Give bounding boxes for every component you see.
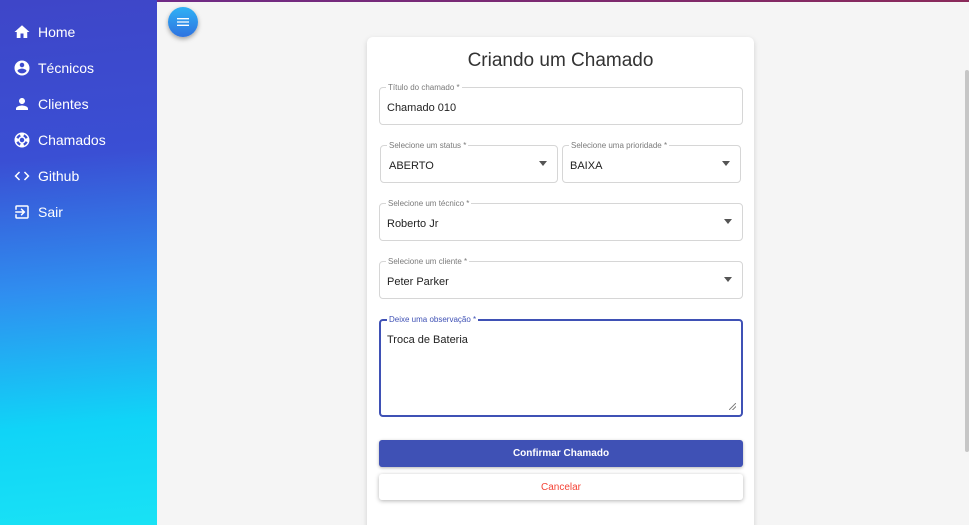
titulo-value: Chamado 010 (387, 102, 457, 114)
page-title: Criando um Chamado (467, 50, 654, 71)
tecnico-label: Selecione um técnico * (386, 198, 472, 209)
prioridade-label: Selecione uma prioridade * (569, 140, 670, 151)
sidebar-item-label: Técnicos (38, 60, 95, 76)
titulo-label: Título do chamado * (386, 82, 462, 93)
sidebar-item-label: Chamados (38, 132, 106, 148)
chevron-down-icon (539, 161, 547, 166)
sidebar-item-chamados[interactable]: Chamados (0, 122, 157, 158)
home-icon (13, 23, 31, 41)
observacao-textarea[interactable]: Deixe uma observação * Troca de Bateria (379, 314, 743, 417)
support-icon (13, 131, 31, 149)
cliente-label: Selecione um cliente * (386, 256, 470, 267)
code-icon (13, 167, 31, 185)
resize-handle-icon[interactable] (729, 403, 736, 410)
chevron-down-icon (722, 161, 730, 166)
sidebar-item-label: Github (38, 168, 80, 184)
menu-toggle-button[interactable] (168, 7, 198, 37)
account-circle-icon (13, 59, 31, 77)
cliente-value: Peter Parker (387, 276, 449, 288)
observacao-value: Troca de Bateria (387, 334, 468, 346)
prioridade-value: BAIXA (570, 160, 603, 172)
titulo-field[interactable]: Título do chamado * Chamado 010 (379, 82, 743, 125)
sidebar-item-label: Clientes (38, 96, 89, 112)
sidebar-item-tecnicos[interactable]: Técnicos (0, 50, 157, 86)
chevron-down-icon (724, 277, 732, 282)
cliente-select[interactable]: Selecione um cliente * Peter Parker (379, 256, 743, 299)
confirm-button[interactable]: Confirmar Chamado (379, 440, 743, 467)
prioridade-select[interactable]: Selecione uma prioridade * BAIXA (562, 140, 741, 183)
status-value: ABERTO (389, 160, 434, 172)
logout-icon (13, 203, 31, 221)
sidebar: Home Técnicos Clientes Chamados Github S… (0, 0, 157, 525)
cancel-button[interactable]: Cancelar (379, 474, 743, 500)
status-select[interactable]: Selecione um status * ABERTO (380, 140, 558, 183)
person-icon (13, 95, 31, 113)
sidebar-item-home[interactable]: Home (0, 14, 157, 50)
observacao-label: Deixe uma observação * (387, 314, 479, 325)
sidebar-item-clientes[interactable]: Clientes (0, 86, 157, 122)
menu-icon (177, 18, 189, 26)
tecnico-select[interactable]: Selecione um técnico * Roberto Jr (379, 198, 743, 241)
sidebar-item-label: Sair (38, 204, 63, 220)
tecnico-value: Roberto Jr (387, 218, 439, 230)
chevron-down-icon (724, 219, 732, 224)
sidebar-item-sair[interactable]: Sair (0, 194, 157, 230)
status-label: Selecione um status * (387, 140, 469, 151)
sidebar-item-github[interactable]: Github (0, 158, 157, 194)
sidebar-item-label: Home (38, 24, 76, 40)
scrollbar[interactable] (965, 70, 969, 452)
create-ticket-card: Criando um Chamado Título do chamado * C… (367, 37, 754, 525)
